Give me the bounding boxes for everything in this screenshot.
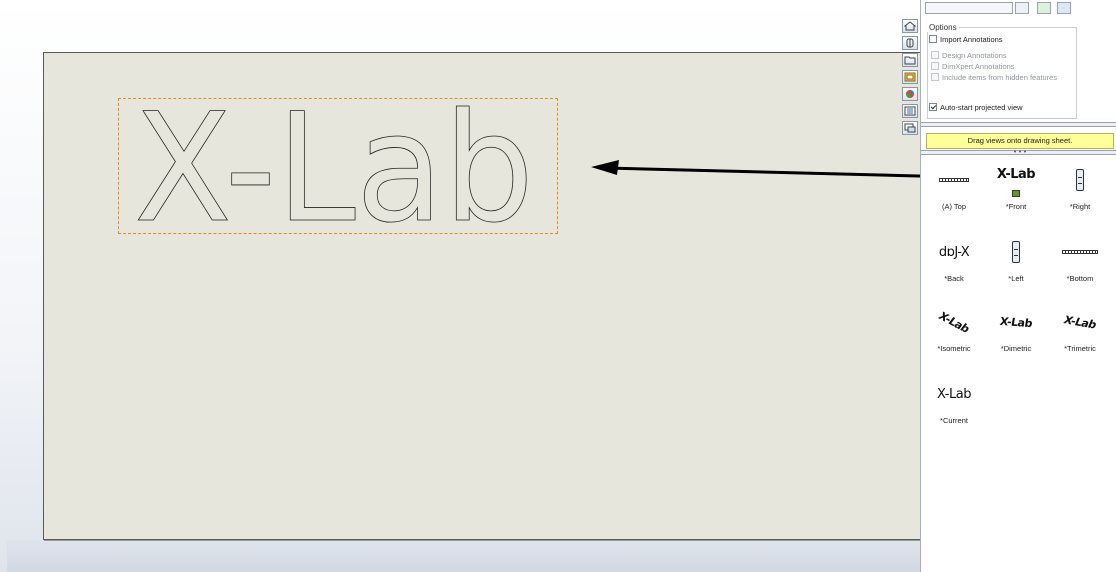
3d-view-icon[interactable] [902, 36, 918, 50]
view-left-thumbnail [985, 234, 1047, 270]
view-trimetric-label: *Trimetric [1064, 344, 1096, 353]
view-top[interactable]: (A) Top [923, 162, 985, 218]
view-right-label: *Right [1069, 202, 1091, 211]
dimetric-view-text: X-Lab [998, 314, 1034, 330]
task-pane-tabs [900, 19, 920, 137]
view-left[interactable]: *Left [985, 234, 1047, 290]
used-view-icon [1012, 190, 1020, 197]
left-view-thumbnail-shape [1012, 241, 1020, 263]
hidden-features-label: Include items from hidden features [942, 72, 1058, 82]
home-icon[interactable] [902, 19, 918, 33]
isometric-view-text: X-Lab [935, 309, 973, 335]
dropdown-arrow-button[interactable] [1015, 2, 1029, 14]
view-bottom[interactable]: *Bottom [1049, 234, 1111, 290]
current-view-text: X-Lab [937, 386, 971, 402]
graphics-area-background [7, 540, 924, 572]
view-front-thumbnail: X-Lab [985, 156, 1047, 192]
splitter-grip-icon [1014, 150, 1026, 153]
refresh-button[interactable] [1037, 2, 1051, 14]
view-palette-pane: Import Annotations Design Annotations Di… [920, 0, 1116, 572]
front-view-text: X-Lab [996, 166, 1036, 182]
view-right-thumbnail [1049, 162, 1111, 198]
options-group: Import Annotations Design Annotations Di… [927, 27, 1077, 119]
view-isometric-thumbnail: X-Lab [923, 304, 985, 340]
browse-button[interactable] [1057, 2, 1071, 14]
auto-start-checkbox[interactable] [929, 103, 937, 111]
view-front[interactable]: X-Lab *Front [985, 162, 1047, 218]
view-dimetric-label: *Dimetric [1000, 344, 1032, 353]
design-annotations-label: Design Annotations [942, 50, 1007, 60]
import-annotations-row[interactable]: Import Annotations [929, 34, 1003, 44]
pane-top-controls [921, 0, 1116, 18]
hidden-features-row: Include items from hidden features [931, 72, 1057, 82]
view-isometric[interactable]: X-Lab *Isometric [923, 304, 985, 360]
view-palette-icon[interactable] [902, 121, 918, 135]
import-annotations-label: Import Annotations [940, 34, 1003, 44]
trimetric-view-text: X-Lab [1061, 313, 1099, 331]
back-view-text: dɒJ-X [938, 244, 970, 260]
view-trimetric-thumbnail: X-Lab [1049, 304, 1111, 340]
view-back[interactable]: dɒJ-X *Back [923, 234, 985, 290]
design-annotations-row: Design Annotations [931, 50, 1007, 60]
dimxpert-annotations-checkbox [931, 62, 939, 70]
dimxpert-annotations-label: DimXpert Annotations [942, 61, 1015, 71]
part-outline-text: X-Lab [134, 99, 534, 233]
view-top-thumbnail [923, 162, 985, 198]
x-lab-outline-view: X-Lab [134, 82, 535, 257]
document-dropdown[interactable] [925, 2, 1013, 14]
appearance-icon[interactable] [902, 87, 918, 101]
view-dimetric[interactable]: X-Lab *Dimetric [985, 304, 1047, 360]
options-legend: Options [927, 23, 959, 32]
view-top-label: (A) Top [941, 202, 967, 211]
import-annotations-checkbox[interactable] [929, 35, 937, 43]
dimxpert-annotations-row: DimXpert Annotations [931, 61, 1015, 71]
drag-views-message: Drag views onto drawing sheet. [926, 133, 1114, 149]
bottom-view-thumbnail-shape [1062, 250, 1098, 254]
auto-start-label: Auto-start projected view [940, 102, 1023, 112]
view-dimetric-thumbnail: X-Lab [985, 304, 1047, 340]
view-back-label: *Back [944, 274, 964, 283]
view-bottom-thumbnail [1049, 234, 1111, 270]
view-back-thumbnail: dɒJ-X [923, 234, 985, 270]
drawing-view-boundary[interactable]: X-Lab [118, 82, 558, 257]
right-view-thumbnail-shape [1076, 169, 1084, 191]
view-current-thumbnail: X-Lab [923, 376, 985, 412]
view-left-label: *Left [1008, 274, 1024, 283]
view-bottom-label: *Bottom [1066, 274, 1094, 283]
pane-splitter[interactable] [921, 122, 1116, 127]
custom-properties-icon[interactable] [902, 104, 918, 118]
design-annotations-checkbox [931, 51, 939, 59]
view-trimetric[interactable]: X-Lab *Trimetric [1049, 304, 1111, 360]
auto-start-row[interactable]: Auto-start projected view [929, 102, 1023, 112]
view-right[interactable]: *Right [1049, 162, 1111, 218]
open-folder-icon[interactable] [902, 53, 918, 67]
top-view-thumbnail-shape [939, 178, 969, 182]
view-isometric-label: *Isometric [937, 344, 971, 353]
view-front-label: *Front [1005, 202, 1027, 211]
hidden-features-checkbox [931, 73, 939, 81]
view-current-label: *Current [940, 416, 968, 425]
design-library-icon[interactable] [902, 70, 918, 84]
view-current[interactable]: X-Lab *Current [923, 376, 985, 432]
